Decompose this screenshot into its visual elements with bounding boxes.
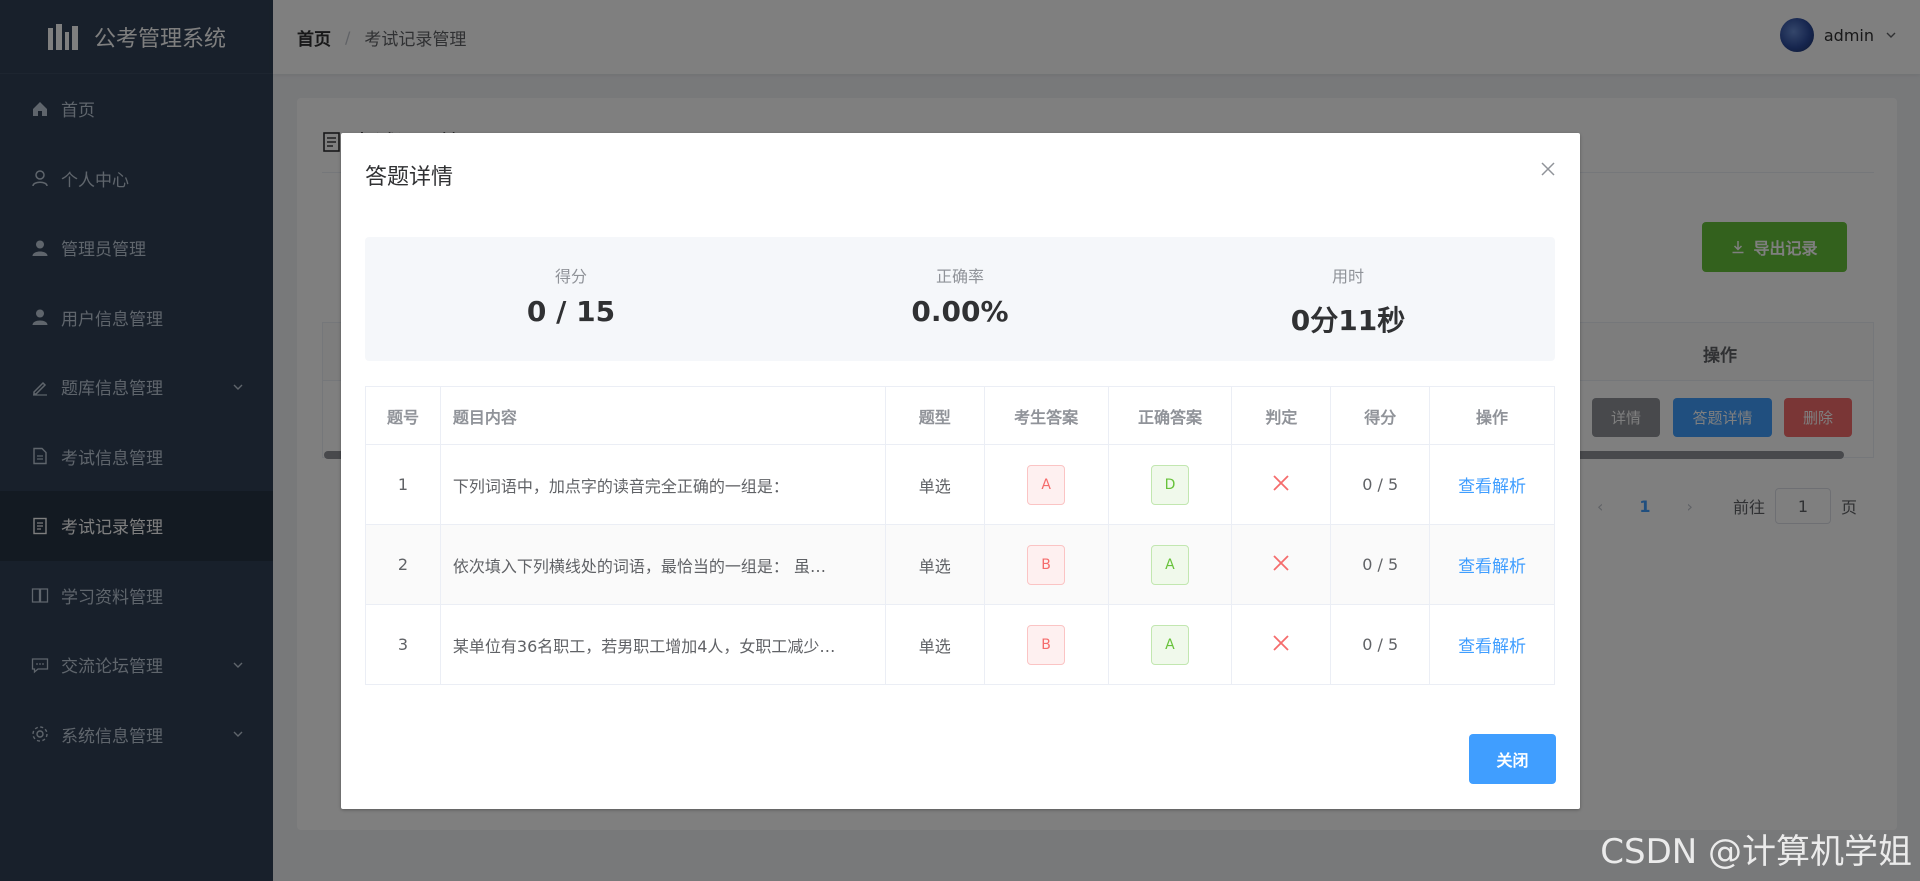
action-cell: 查看解析: [1429, 524, 1555, 605]
column-header: 题型: [884, 386, 985, 445]
question-number: 2: [365, 524, 441, 605]
stat-value: 0.00%: [911, 295, 1009, 328]
answer-detail-dialog: 答题详情 得分 0 / 15 正确率 0.00% 用时 0分11秒 题号 题目内…: [341, 133, 1580, 809]
stat-label: 正确率: [935, 267, 984, 286]
table-row: 1 下列词语中，加点字的读音完全正确的一组是： 单选 A D 0 / 5 查看解…: [365, 444, 1555, 525]
view-analysis-link[interactable]: 查看解析: [1458, 637, 1526, 657]
judgement-cell: [1231, 524, 1332, 605]
view-analysis-link[interactable]: 查看解析: [1458, 557, 1526, 577]
table-row: 2 依次填入下列横线处的词语，最恰当的一组是： 虽… 单选 B A 0 / 5 …: [365, 524, 1555, 605]
table-header-row: 题号 题目内容 题型 考生答案 正确答案 判定 得分 操作: [365, 386, 1555, 445]
user-answer-cell: A: [983, 444, 1109, 525]
wrong-icon: [1273, 554, 1289, 571]
column-header: 考生答案: [983, 386, 1109, 445]
correct-answer-tag: A: [1150, 544, 1189, 585]
column-header: 正确答案: [1107, 386, 1233, 445]
column-header: 题号: [365, 386, 441, 445]
wrong-icon: [1273, 474, 1289, 491]
question-number: 1: [365, 444, 441, 525]
close-dialog-button[interactable]: 关闭: [1469, 734, 1556, 784]
user-answer-tag: A: [1027, 464, 1066, 505]
question-type: 单选: [884, 444, 985, 525]
dialog-title: 答题详情: [365, 165, 454, 190]
action-cell: 查看解析: [1429, 444, 1555, 525]
view-analysis-link[interactable]: 查看解析: [1458, 477, 1526, 497]
question-score: 0 / 5: [1330, 444, 1431, 525]
column-header: 题目内容: [439, 386, 886, 445]
stat-label: 得分: [554, 267, 587, 286]
stat-value: 0分11秒: [1290, 304, 1406, 337]
close-button-label: 关闭: [1496, 751, 1529, 770]
close-icon[interactable]: [1538, 159, 1558, 179]
judgement-cell: [1231, 604, 1332, 685]
question-score: 0 / 5: [1330, 604, 1431, 685]
table-row: 3 某单位有36名职工，若男职工增加4人，女职工减少… 单选 B A 0 / 5…: [365, 604, 1555, 685]
correct-answer-cell: A: [1107, 604, 1233, 685]
stat-value: 0 / 15: [526, 295, 616, 328]
correct-answer-tag: D: [1150, 464, 1189, 505]
question-type: 单选: [884, 524, 985, 605]
question-content: 某单位有36名职工，若男职工增加4人，女职工减少…: [439, 604, 886, 685]
stat-label: 用时: [1331, 267, 1364, 286]
answers-table: 题号 题目内容 题型 考生答案 正确答案 判定 得分 操作 1 下列词语中，加点…: [365, 386, 1555, 685]
column-header: 得分: [1330, 386, 1431, 445]
user-answer-cell: B: [983, 524, 1109, 605]
question-content: 下列词语中，加点字的读音完全正确的一组是：: [439, 444, 886, 525]
user-answer-cell: B: [983, 604, 1109, 685]
question-score: 0 / 5: [1330, 524, 1431, 605]
action-cell: 查看解析: [1429, 604, 1555, 685]
watermark: CSDN @计算机学姐: [1600, 832, 1912, 872]
column-header: 判定: [1231, 386, 1332, 445]
user-answer-tag: B: [1027, 624, 1066, 665]
stat-accuracy: 正确率 0.00%: [830, 263, 1090, 328]
question-content: 依次填入下列横线处的词语，最恰当的一组是： 虽…: [439, 524, 886, 605]
correct-answer-cell: A: [1107, 524, 1233, 605]
stats-summary: 得分 0 / 15 正确率 0.00% 用时 0分11秒: [365, 237, 1555, 361]
correct-answer-tag: A: [1150, 624, 1189, 665]
column-header: 操作: [1429, 386, 1555, 445]
question-number: 3: [365, 604, 441, 685]
question-type: 单选: [884, 604, 985, 685]
wrong-icon: [1273, 634, 1289, 651]
judgement-cell: [1231, 444, 1332, 525]
stat-score: 得分 0 / 15: [441, 263, 701, 328]
user-answer-tag: B: [1027, 544, 1066, 585]
stat-time: 用时 0分11秒: [1218, 263, 1478, 339]
correct-answer-cell: D: [1107, 444, 1233, 525]
